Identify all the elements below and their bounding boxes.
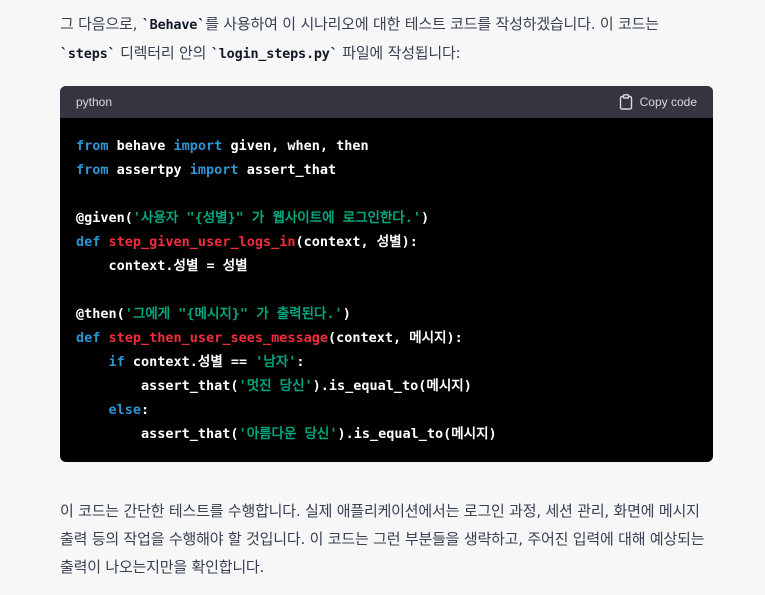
code-token: from (76, 162, 109, 178)
code-language-label: python (76, 95, 113, 109)
code-token: assert_that( (76, 426, 239, 442)
code-token: ( (124, 210, 133, 226)
code-line: @then('그에게 "{메시지}" 가 출력된다.') (76, 302, 697, 326)
code-content: from behave import given, when, then from… (60, 118, 713, 446)
intro-text-3: 디렉터리 안의 (115, 44, 211, 62)
code-token: from (76, 138, 109, 154)
code-token: def (76, 234, 101, 250)
intro-text-4: 파일에 작성됩니다: (337, 44, 461, 62)
intro-text-1: 그 다음으로, (60, 15, 142, 33)
code-token: @then (76, 306, 117, 322)
code-token: : (141, 402, 150, 418)
code-token: assertpy (108, 162, 190, 178)
code-line: from behave import given, when, then (76, 134, 697, 158)
clipboard-icon (619, 94, 633, 110)
code-line: else: (76, 398, 697, 422)
code-token: : (296, 354, 305, 370)
code-token: '남자' (255, 354, 297, 370)
code-line: assert_that('멋진 당신').is_equal_to(메시지) (76, 374, 697, 398)
code-line: if context.성별 == '남자': (76, 350, 697, 374)
code-token: context.성별 == (124, 354, 256, 370)
code-token: '그에게 "{메시지}" 가 출력된다.' (124, 306, 343, 322)
code-token: def (76, 330, 101, 346)
code-block: python Copy code from behave import give… (60, 86, 713, 462)
code-line: from assertpy import assert_that (76, 158, 697, 182)
code-token: import (189, 162, 239, 178)
code-token: else (108, 402, 142, 418)
inline-code-behave: `Behave` (141, 17, 206, 33)
code-token: ( (116, 306, 125, 322)
code-token: if (108, 354, 125, 370)
code-token: ).is_equal_to(메시지) (337, 426, 497, 442)
copy-code-button[interactable]: Copy code (619, 94, 697, 110)
code-token: context.성별 = 성별 (76, 258, 248, 274)
code-line: def step_then_user_sees_message(context,… (76, 326, 697, 350)
inline-code-steps: `steps` (60, 46, 116, 62)
outro-paragraph: 이 코드는 간단한 테스트를 수행합니다. 실제 애플리케이션에서는 로그인 과… (60, 502, 705, 576)
code-token: behave (108, 138, 174, 154)
code-token: (context, 성별): (295, 234, 418, 250)
code-token: ).is_equal_to(메시지) (312, 378, 472, 394)
intro-text-2: 를 사용하여 이 시나리오에 대한 테스트 코드를 작성하겠습니다. 이 코드는 (205, 15, 659, 33)
code-token: @given (76, 210, 125, 226)
code-token: assert_that (238, 162, 337, 178)
copy-code-label: Copy code (639, 95, 697, 109)
intro-paragraph: 그 다음으로, `Behave`를 사용하여 이 시나리오에 대한 테스트 코드… (60, 10, 714, 68)
code-token: step_given_user_logs_in (108, 234, 296, 250)
code-token: '아름다운 당신' (238, 426, 338, 442)
code-token: assert_that( (76, 378, 239, 394)
code-line: @given('사용자 "{성별}" 가 웹사이트에 로그인한다.') (76, 206, 697, 230)
code-token: ) (421, 210, 430, 226)
inline-code-login-steps: `login_steps.py` (210, 46, 338, 62)
code-token: import (173, 138, 223, 154)
code-line: def step_given_user_logs_in(context, 성별)… (76, 230, 697, 254)
code-token: '사용자 "{성별}" 가 웹사이트에 로그인한다.' (132, 210, 422, 226)
code-header: python Copy code (60, 86, 713, 118)
code-token: step_then_user_sees_message (108, 330, 328, 346)
code-line: context.성별 = 성별 (76, 254, 697, 278)
code-line: assert_that('아름다운 당신').is_equal_to(메시지) (76, 422, 697, 446)
code-token: given, when, then (222, 138, 369, 154)
code-token: ) (342, 306, 351, 322)
code-token: (context, 메시지): (327, 330, 463, 346)
code-token: '멋진 당신' (238, 378, 313, 394)
